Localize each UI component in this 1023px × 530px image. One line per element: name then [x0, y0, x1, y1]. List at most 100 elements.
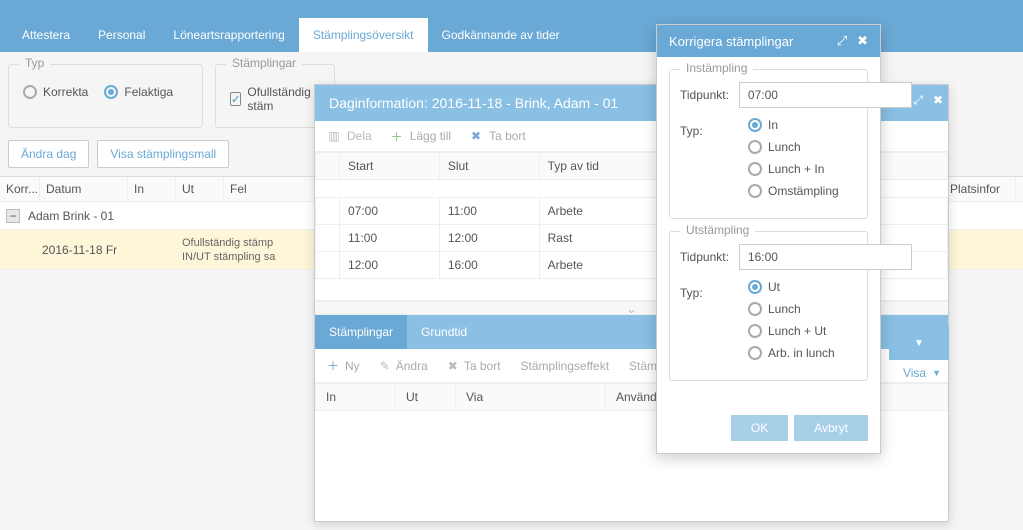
- radio-icon: [748, 346, 762, 360]
- korrigera-header[interactable]: Korrigera stämplingar ⤢ ✖: [657, 25, 880, 57]
- cell-slut: 12:00: [439, 225, 539, 252]
- utstampling-fieldset: Utstämpling Tidpunkt: Typ: Ut Lunch: [669, 231, 868, 381]
- in-time-input[interactable]: [739, 82, 912, 108]
- checkbox-icon: ✓: [230, 92, 241, 106]
- subcol-ut[interactable]: Ut: [396, 384, 456, 411]
- radio-icon: [748, 280, 762, 294]
- pencil-icon: ✎: [380, 359, 390, 373]
- dela-button[interactable]: ▥ Dela: [327, 129, 372, 143]
- checkbox-ofullstandig[interactable]: ✓ Ofullständig stäm: [230, 85, 320, 113]
- x-icon: ✖: [448, 359, 458, 373]
- radio-korrekta[interactable]: Korrekta: [23, 85, 88, 99]
- tab-stamplingsoversikt[interactable]: Stämplingsöversikt: [299, 18, 428, 52]
- radio-felaktiga[interactable]: Felaktiga: [104, 85, 173, 99]
- visa-label: Visa: [903, 366, 926, 380]
- radio-lunch-plus-ut[interactable]: Lunch + Ut: [748, 324, 835, 338]
- typ-legend: Typ: [19, 56, 50, 70]
- tabort-label: Ta bort: [464, 359, 501, 373]
- out-time-input[interactable]: [739, 244, 912, 270]
- radio-ut[interactable]: Ut: [748, 280, 835, 294]
- col-datum[interactable]: Datum: [40, 178, 128, 200]
- korrigera-modal: Korrigera stämplingar ⤢ ✖ Instämpling Ti…: [656, 24, 881, 454]
- radio-lunch-out[interactable]: Lunch: [748, 302, 835, 316]
- group-label: Adam Brink - 01: [28, 209, 114, 223]
- col-start[interactable]: Start: [340, 153, 440, 180]
- radio-icon: [748, 118, 762, 132]
- tidpunkt-label: Tidpunkt:: [680, 82, 729, 102]
- lagg-till-label: Lägg till: [410, 129, 451, 143]
- typ-label: Typ:: [680, 118, 738, 138]
- cell-start: 12:00: [340, 252, 440, 279]
- radio-icon: [748, 140, 762, 154]
- tab-attestera[interactable]: Attestera: [8, 18, 84, 52]
- collapse-icon[interactable]: −: [6, 209, 20, 223]
- cell-slut: 11:00: [439, 198, 539, 225]
- col-plats[interactable]: Platsinfor: [944, 178, 1016, 200]
- cell-start: 07:00: [340, 198, 440, 225]
- instampling-legend: Instämpling: [680, 61, 753, 75]
- radio-arb-in-lunch[interactable]: Arb. in lunch: [748, 346, 835, 360]
- radio-label: Lunch + In: [768, 162, 824, 176]
- col-in[interactable]: In: [128, 178, 176, 200]
- subtab-stamplingar[interactable]: Stämplingar: [315, 315, 407, 349]
- radio-label: Felaktiga: [124, 85, 173, 99]
- korrigera-title: Korrigera stämplingar: [669, 34, 793, 49]
- utstampling-legend: Utstämpling: [680, 223, 755, 237]
- ok-button[interactable]: OK: [731, 415, 788, 441]
- tab-personal[interactable]: Personal: [84, 18, 159, 52]
- typ-label: Typ:: [680, 280, 738, 300]
- subcol-in[interactable]: In: [316, 384, 396, 411]
- ta-bort-button[interactable]: ✖ Ta bort: [469, 129, 526, 143]
- radio-icon: [748, 302, 762, 316]
- close-icon[interactable]: ✖: [857, 33, 868, 49]
- ny-button[interactable]: ＋ Ny: [327, 357, 360, 374]
- radio-icon: [23, 85, 37, 99]
- cell-in: [128, 246, 176, 254]
- radio-lunch-in[interactable]: Lunch: [748, 140, 839, 154]
- visa-stamplingsmall-button[interactable]: Visa stämplingsmall: [97, 140, 229, 168]
- radio-label: Lunch + Ut: [768, 324, 826, 338]
- lagg-till-button[interactable]: ＋ Lägg till: [390, 129, 451, 143]
- radio-lunch-plus-in[interactable]: Lunch + In: [748, 162, 839, 176]
- expand-icon[interactable]: ⤢: [913, 93, 923, 108]
- radio-icon: [748, 184, 762, 198]
- split-icon: ▥: [327, 129, 341, 143]
- ta-bort-label: Ta bort: [489, 129, 526, 143]
- radio-in[interactable]: In: [748, 118, 839, 132]
- dayinfo-window-controls: ⤢ ✖: [913, 93, 943, 108]
- andra-button[interactable]: ✎ Ändra: [380, 359, 428, 373]
- col-slut[interactable]: Slut: [439, 153, 539, 180]
- radio-icon: [748, 324, 762, 338]
- radio-label: Omstämpling: [768, 184, 839, 198]
- visa-strip[interactable]: ▼: [889, 326, 949, 360]
- col-korr[interactable]: Korr...: [0, 178, 40, 200]
- cell-datum: 2016-11-18 Fr: [0, 239, 128, 261]
- col-ut[interactable]: Ut: [176, 178, 224, 200]
- instampling-fieldset: Instämpling Tidpunkt: Typ: In Lunch: [669, 69, 868, 219]
- checkbox-label: Ofullständig stäm: [247, 85, 320, 113]
- subtab-grundtid[interactable]: Grundtid: [407, 315, 481, 349]
- andra-dag-button[interactable]: Ändra dag: [8, 140, 89, 168]
- radio-omstampling[interactable]: Omstämpling: [748, 184, 839, 198]
- visa-dropdown[interactable]: Visa ▼: [903, 366, 941, 380]
- stamplingseffekt-button[interactable]: Stämplingseffekt: [521, 359, 610, 373]
- radio-icon: [104, 85, 118, 99]
- tab-loneartsrapportering[interactable]: Löneartsrapportering: [159, 18, 298, 52]
- typ-fieldset: Typ Korrekta Felaktiga: [8, 64, 203, 128]
- tabort-button[interactable]: ✖ Ta bort: [448, 359, 501, 373]
- avbryt-button[interactable]: Avbryt: [794, 415, 868, 441]
- cell-slut: 16:00: [439, 252, 539, 279]
- plus-icon: ＋: [390, 129, 404, 143]
- x-icon: ✖: [469, 129, 483, 143]
- stamplingar-legend: Stämplingar: [226, 56, 302, 70]
- chevron-down-icon: ▼: [932, 368, 941, 378]
- ny-label: Ny: [345, 359, 360, 373]
- subcol-via[interactable]: Via: [456, 384, 606, 411]
- tab-godkannande[interactable]: Godkännande av tider: [428, 18, 574, 52]
- radio-icon: [748, 162, 762, 176]
- andra-label: Ändra: [396, 359, 428, 373]
- radio-label: Lunch: [768, 140, 801, 154]
- expand-icon[interactable]: ⤢: [837, 33, 847, 49]
- close-icon[interactable]: ✖: [933, 93, 943, 108]
- radio-label: Korrekta: [43, 85, 88, 99]
